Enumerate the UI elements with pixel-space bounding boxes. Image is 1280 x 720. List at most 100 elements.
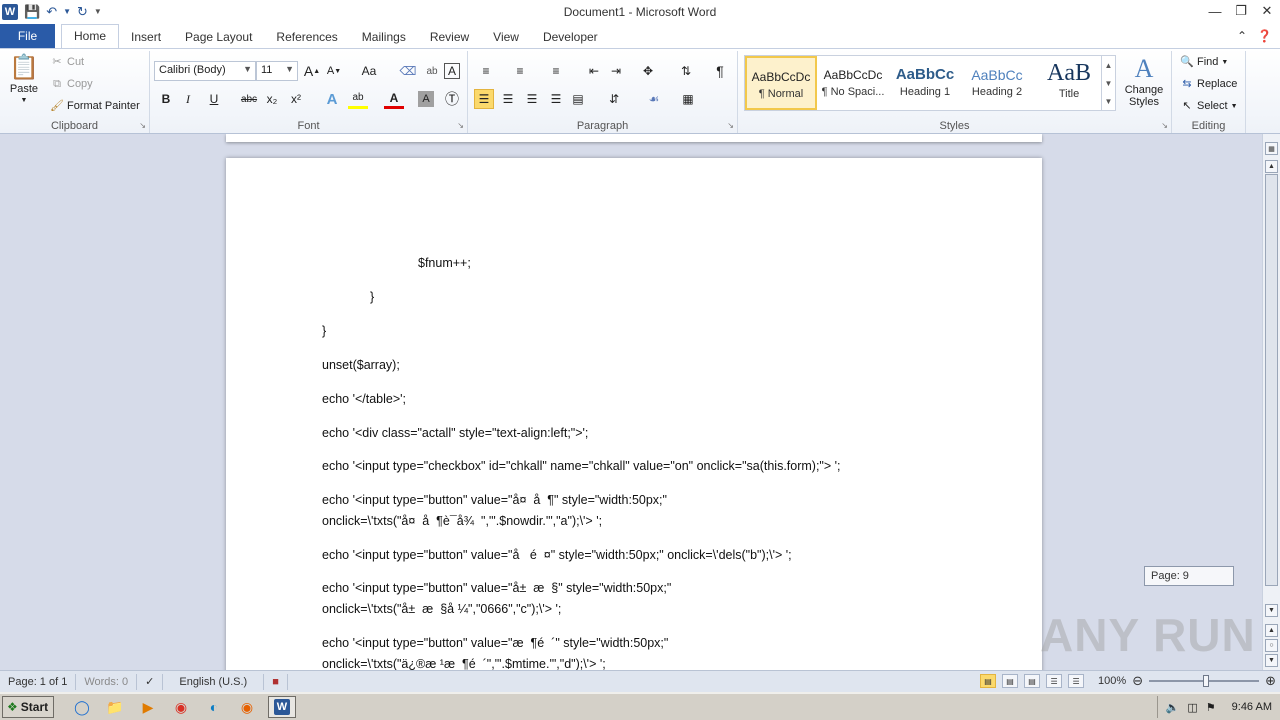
doc-line[interactable]: echo '</table>'; — [322, 392, 406, 406]
increase-indent-icon[interactable]: ⇥ — [606, 61, 626, 81]
macro-record-icon[interactable]: ■ — [264, 673, 288, 690]
page-count[interactable]: Page: 1 of 1 — [0, 673, 77, 690]
vertical-scrollbar[interactable]: ▦ ▲ ▼ ▲ ○ ▼ — [1262, 134, 1280, 670]
asian-layout-icon[interactable]: ✥ — [638, 61, 658, 81]
next-page-icon[interactable]: ▼ — [1265, 654, 1278, 667]
zoom-in-icon[interactable]: ⊕ — [1265, 673, 1276, 689]
text-effects-icon[interactable]: A — [322, 89, 342, 109]
style-title[interactable]: AaB Title — [1033, 56, 1105, 110]
italic-button[interactable]: I — [178, 89, 198, 109]
style-heading-2[interactable]: AaBbCc Heading 2 — [961, 56, 1033, 110]
doc-line[interactable]: echo '<div class="actall" style="text-al… — [322, 426, 588, 440]
doc-line[interactable]: echo '<input type="button" value="å é ¤"… — [322, 548, 792, 562]
document-area[interactable]: $fnum++; } } unset($array); echo '</tabl… — [0, 134, 1262, 670]
scroll-down-icon[interactable]: ▼ — [1265, 604, 1278, 617]
web-layout-icon[interactable]: ▤ — [1024, 674, 1041, 688]
draft-icon[interactable]: ☰ — [1068, 674, 1085, 688]
bold-button[interactable]: B — [156, 89, 176, 109]
close-button[interactable]: ✕ — [1254, 0, 1280, 22]
full-screen-reading-icon[interactable]: ▤ — [1002, 674, 1019, 688]
superscript-button[interactable]: x² — [286, 89, 306, 109]
flag-icon[interactable]: ⚑ — [1206, 701, 1216, 714]
undo-dropdown-icon[interactable]: ▼ — [63, 4, 71, 20]
word-count[interactable]: Words: 0 — [76, 673, 138, 690]
doc-line[interactable]: $fnum++; — [418, 256, 471, 270]
highlight-icon[interactable]: ab — [348, 89, 368, 109]
word-taskbar-icon[interactable]: W — [268, 696, 296, 718]
styles-launcher-icon[interactable]: ↘ — [1161, 121, 1168, 130]
align-left-icon[interactable]: ☰ — [474, 89, 494, 109]
justify-icon[interactable]: ☰ — [546, 89, 566, 109]
numbering-icon[interactable]: ≡ — [510, 61, 530, 81]
paragraph-launcher-icon[interactable]: ↘ — [727, 121, 734, 130]
volume-icon[interactable]: 🔈 — [1166, 701, 1180, 714]
distributed-icon[interactable]: ▤ — [568, 89, 588, 109]
clear-formatting-icon[interactable]: ⌫ — [398, 61, 418, 81]
format-painter-button[interactable]: 🖌 Format Painter — [50, 99, 140, 113]
zoom-slider[interactable] — [1149, 675, 1260, 687]
restore-button[interactable]: ❐ — [1228, 0, 1254, 22]
sort-icon[interactable]: ⇅ — [676, 61, 696, 81]
tab-mailings[interactable]: Mailings — [350, 26, 418, 48]
document-page[interactable]: $fnum++; } } unset($array); echo '</tabl… — [226, 158, 1042, 670]
network-icon[interactable]: ◫ — [1187, 701, 1197, 714]
subscript-button[interactable]: x₂ — [262, 89, 282, 109]
shrink-font-button[interactable]: A ▼ — [324, 61, 344, 81]
tab-review[interactable]: Review — [418, 26, 481, 48]
outline-icon[interactable]: ☰ — [1046, 674, 1063, 688]
zoom-level[interactable]: 100% — [1098, 675, 1126, 687]
style-normal[interactable]: AaBbCcDc ¶ Normal — [745, 56, 817, 110]
underline-button[interactable]: U — [204, 89, 224, 109]
minimize-ribbon-icon[interactable]: ⌃ — [1237, 29, 1247, 43]
tab-page-layout[interactable]: Page Layout — [173, 26, 264, 48]
firefox-icon[interactable]: ◉ — [235, 696, 259, 718]
font-name-combo[interactable]: Calibri (Body) ▼ — [154, 61, 256, 81]
doc-line[interactable]: echo '<input type="button" value="å¤ å ¶… — [322, 493, 667, 507]
doc-line[interactable]: onclick=\'txts("ä¿®æ ¹æ ¶é ´","'.$mtime.… — [322, 657, 606, 670]
zoom-out-icon[interactable]: ⊖ — [1132, 673, 1143, 689]
save-icon[interactable]: 💾 — [24, 4, 40, 20]
style-heading-1[interactable]: AaBbCc Heading 1 — [889, 56, 961, 110]
paste-button[interactable]: 📋 Paste ▼ — [6, 55, 42, 105]
tab-file[interactable]: File — [0, 24, 55, 48]
doc-line[interactable]: onclick=\'txts("å¤ å ¶è¯å¾ ","'.$nowdir.… — [322, 514, 602, 528]
ie-icon[interactable]: ◯ — [70, 696, 94, 718]
cut-button[interactable]: ✂ Cut — [50, 55, 84, 69]
help-icon[interactable]: ❓ — [1257, 29, 1272, 43]
font-size-combo[interactable]: 11 ▼ — [256, 61, 298, 81]
undo-icon[interactable]: ↶ — [46, 4, 57, 20]
doc-line[interactable]: } — [370, 290, 374, 304]
edge-icon[interactable]: ◐ — [202, 696, 226, 718]
print-layout-icon[interactable]: ▤ — [980, 674, 997, 688]
line-spacing-icon[interactable]: ⇵ — [604, 89, 624, 109]
media-player-icon[interactable]: ▶ — [136, 696, 160, 718]
redo-icon[interactable]: ↻ — [77, 4, 88, 20]
clock[interactable]: 9:46 AM — [1232, 701, 1272, 713]
previous-page-icon[interactable]: ▲ — [1265, 624, 1278, 637]
clipboard-launcher-icon[interactable]: ↘ — [139, 121, 146, 130]
find-button[interactable]: 🔍 Find ▼ — [1180, 55, 1228, 69]
zoom-slider-thumb[interactable] — [1203, 675, 1210, 687]
word-app-icon[interactable]: W — [2, 4, 18, 20]
styles-gallery-scroll[interactable]: ▲ ▼ ▼ — [1101, 56, 1115, 110]
explorer-icon[interactable]: 📁 — [103, 696, 127, 718]
chrome-icon[interactable]: ◉ — [169, 696, 193, 718]
grow-font-button[interactable]: A ▲ — [302, 61, 322, 81]
bullets-icon[interactable]: ≡ — [476, 61, 496, 81]
customize-qat-icon[interactable]: ▼ — [94, 4, 102, 20]
scroll-thumb[interactable] — [1265, 174, 1278, 586]
doc-line[interactable]: echo '<input type="checkbox" id="chkall"… — [322, 459, 841, 473]
start-button[interactable]: ❖ Start — [2, 696, 54, 718]
change-case-button[interactable]: Aa — [356, 61, 382, 81]
change-styles-button[interactable]: A Change Styles — [1122, 55, 1166, 109]
borders-icon[interactable]: ▦ — [678, 89, 698, 109]
doc-line[interactable]: echo '<input type="button" value="æ ¶é ´… — [322, 636, 668, 650]
language[interactable]: English (U.S.) — [163, 673, 265, 690]
doc-line[interactable]: onclick=\'txts("å± æ §å ¼","0666","c");\… — [322, 602, 561, 616]
character-shading-icon[interactable]: A — [418, 91, 434, 107]
replace-button[interactable]: ⇆ Replace — [1180, 77, 1237, 91]
browse-object-icon[interactable]: ○ — [1265, 639, 1278, 652]
doc-line[interactable]: unset($array); — [322, 358, 400, 372]
text-effects-ab-icon[interactable]: ab — [422, 61, 442, 81]
font-color-icon[interactable]: A — [384, 89, 404, 109]
